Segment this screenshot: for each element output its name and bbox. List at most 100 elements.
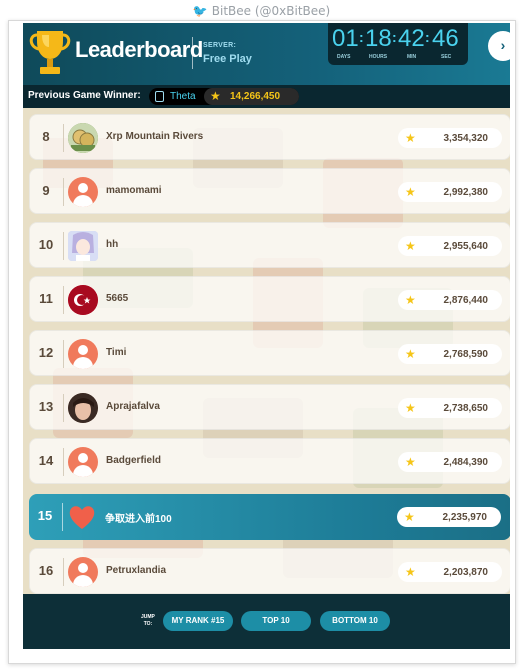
- previous-winner-label: Previous Game Winner:: [28, 90, 141, 101]
- collapse-button[interactable]: ›: [488, 31, 515, 61]
- player-name: 5665: [106, 293, 129, 304]
- star-icon: ★: [405, 131, 416, 145]
- timer-sec: 46: [432, 25, 459, 52]
- player-name: Timi: [106, 347, 127, 358]
- table-row[interactable]: 12 Timi ★ 2,768,590: [29, 330, 510, 376]
- row-rank: 11: [39, 291, 53, 306]
- row-rank: 14: [38, 453, 54, 468]
- avatar: [68, 393, 98, 423]
- rank-divider: [63, 178, 64, 206]
- table-row[interactable]: 8 Xrp Mountain Rivers ★ 3,354,320: [29, 114, 510, 160]
- row-rank: 15: [37, 508, 53, 523]
- player-name: Xrp Mountain Rivers: [106, 131, 204, 142]
- player-score: 2,203,870: [443, 567, 489, 578]
- previous-winner-name: Theta: [170, 91, 196, 102]
- timer-sec-label: SEC: [441, 54, 452, 60]
- server-label: SERVER:: [203, 42, 237, 49]
- row-rank: 8: [42, 129, 50, 144]
- current-player-row[interactable]: 15 争取进入前100 ★ 2,235,970: [29, 494, 510, 540]
- heart-icon: [69, 506, 95, 529]
- leaderboard-header: Leaderboard SERVER: Free Play 01 : 18 : …: [23, 23, 515, 85]
- timer-hours: 18: [365, 25, 392, 52]
- jump-to-label: JUMP TO:: [141, 614, 155, 628]
- trophy-icon: [29, 31, 71, 74]
- table-row[interactable]: 16 Petruxlandia ★ 2,203,870: [29, 548, 510, 594]
- player-score: 2,876,440: [443, 295, 489, 306]
- star-icon: ★: [404, 510, 415, 524]
- table-row[interactable]: 10 hh ★ 2,955,640: [29, 222, 510, 268]
- star-icon: ★: [210, 89, 221, 103]
- avatar: [68, 123, 98, 153]
- top-10-button[interactable]: TOP 10: [241, 611, 311, 631]
- score-pill: ★ 2,235,970: [397, 507, 501, 527]
- table-row[interactable]: 13 Aprajafalva ★ 2,738,650: [29, 384, 510, 430]
- table-row[interactable]: 11 5665 ★ 2,876,440: [29, 276, 510, 322]
- timer-min: 42: [398, 25, 425, 52]
- player-score: 2,992,380: [443, 187, 489, 198]
- star-icon: ★: [405, 401, 416, 415]
- rank-divider: [63, 340, 64, 368]
- star-icon: ★: [405, 185, 416, 199]
- score-pill: ★ 2,738,650: [398, 398, 502, 418]
- player-name: Aprajafalva: [106, 401, 160, 412]
- previous-winner-pill: Theta ★ 14,266,450: [149, 88, 299, 105]
- score-pill: ★ 2,203,870: [398, 562, 502, 582]
- countdown-timer: 01 : 18 : 42 : 46 DAYS HOURS MIN SEC: [328, 23, 468, 65]
- my-rank-button[interactable]: MY RANK #15: [163, 611, 233, 631]
- rank-divider: [63, 124, 64, 152]
- chevron-right-icon: ›: [500, 37, 506, 53]
- avatar: [68, 557, 98, 587]
- server-value: Free Play: [203, 53, 252, 65]
- page-title: Leaderboard: [75, 37, 203, 62]
- timer-colon: :: [392, 29, 397, 45]
- star-icon: ★: [405, 239, 416, 253]
- player-name: hh: [106, 239, 119, 250]
- player-name: Badgerfield: [106, 455, 162, 466]
- timer-days: 01: [332, 25, 359, 52]
- rank-divider: [63, 232, 64, 260]
- avatar: [68, 231, 98, 261]
- bird-icon: 🐦: [192, 4, 208, 18]
- star-icon: ★: [405, 293, 416, 307]
- row-rank: 16: [38, 563, 54, 578]
- star-icon: ★: [405, 347, 416, 361]
- player-name: Petruxlandia: [106, 565, 167, 576]
- row-rank: 13: [38, 399, 54, 414]
- score-pill: ★ 2,876,440: [398, 290, 502, 310]
- avatar: [68, 285, 98, 315]
- player-name: mamomami: [106, 185, 162, 196]
- score-pill: ★ 2,484,390: [398, 452, 502, 472]
- rank-divider: [63, 558, 64, 586]
- rank-divider: [63, 286, 64, 314]
- jump-label-line2: TO:: [143, 621, 153, 627]
- table-row[interactable]: 9 mamomami ★ 2,992,380: [29, 168, 510, 214]
- previous-winner-score-pill: ★ 14,266,450: [204, 88, 299, 105]
- bottom-10-button[interactable]: BOTTOM 10: [320, 611, 390, 631]
- timer-min-label: MIN: [407, 54, 417, 60]
- timer-colon: :: [359, 29, 364, 45]
- wallet-icon: [155, 91, 164, 102]
- row-rank: 12: [38, 345, 54, 360]
- player-name: 争取进入前100: [105, 514, 172, 525]
- table-row[interactable]: 14 Badgerfield ★ 2,484,390: [29, 438, 510, 484]
- rank-divider: [63, 448, 64, 476]
- player-score: 3,354,320: [443, 133, 489, 144]
- player-score: 2,738,650: [443, 403, 489, 414]
- timer-days-label: DAYS: [337, 54, 351, 60]
- attribution-text: BitBee (@0xBitBee): [211, 4, 331, 18]
- player-score: 2,768,590: [443, 349, 489, 360]
- rank-divider: [63, 394, 64, 422]
- title-divider: [192, 37, 193, 69]
- star-icon: ★: [405, 565, 416, 579]
- row-rank: 9: [42, 183, 50, 198]
- rank-divider: [62, 503, 63, 531]
- star-icon: ★: [405, 455, 416, 469]
- leaderboard-list[interactable]: 8 Xrp Mountain Rivers ★ 3,354,320 9 mamo…: [23, 108, 510, 594]
- attribution: 🐦 BitBee (@0xBitBee): [0, 0, 523, 22]
- timer-hours-label: HOURS: [369, 54, 388, 60]
- score-pill: ★ 2,768,590: [398, 344, 502, 364]
- row-rank: 10: [38, 237, 54, 252]
- score-pill: ★ 2,955,640: [398, 236, 502, 256]
- previous-winner-bar: Previous Game Winner: Theta ★ 14,266,450: [23, 85, 510, 108]
- avatar: [68, 177, 98, 207]
